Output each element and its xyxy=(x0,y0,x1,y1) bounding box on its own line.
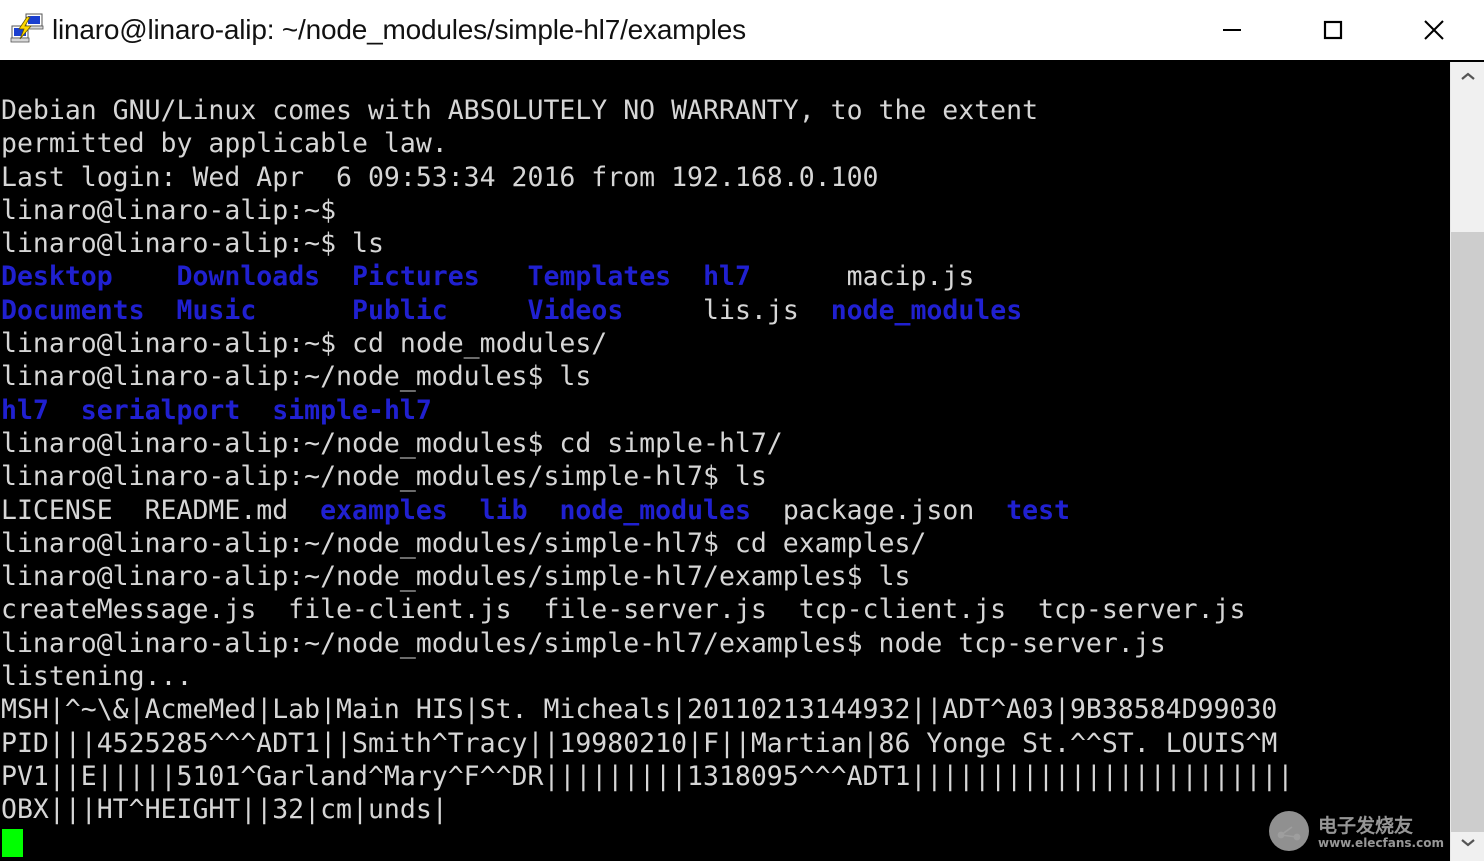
terminal-text: lis.js xyxy=(623,294,831,326)
terminal-text: linaro@linaro-alip:~$ cd node_modules/ xyxy=(1,328,608,360)
terminal-text: MSH|^~\&|AcmeMed|Lab|Main HIS|St. Michea… xyxy=(1,694,1278,726)
scrollbar-down-button[interactable] xyxy=(1451,827,1484,861)
directory-entry: examples xyxy=(320,494,448,526)
directory-entry: hl7 xyxy=(1,394,49,426)
directory-entry: Desktop xyxy=(1,261,113,293)
minimize-icon xyxy=(1220,18,1244,42)
terminal-text: permitted by applicable law. xyxy=(1,128,448,160)
directory-entry: Videos xyxy=(527,294,624,326)
terminal-line: createMessage.js file-client.js file-ser… xyxy=(0,593,1450,626)
directory-entry: Templates xyxy=(527,261,672,293)
scrollbar-track[interactable] xyxy=(1451,62,1484,861)
directory-entry: Downloads xyxy=(176,261,321,293)
terminal-line: linaro@linaro-alip:~/node_modules/simple… xyxy=(0,527,1450,560)
terminal-line: LICENSE README.md examples lib node_modu… xyxy=(0,494,1450,527)
terminal-line: Documents Music Public Videos lis.js nod… xyxy=(0,294,1450,327)
directory-entry: node_modules xyxy=(559,494,751,526)
terminal-line: OBX|||HT^HEIGHT||32|cm|unds| xyxy=(0,793,1450,826)
directory-entry: Documents xyxy=(1,294,145,326)
terminal-line: linaro@linaro-alip:~/node_modules/simple… xyxy=(0,560,1450,593)
terminal-line: listening... xyxy=(0,660,1450,693)
terminal-line: Last login: Wed Apr 6 09:53:34 2016 from… xyxy=(0,161,1450,194)
putty-terminal-icon xyxy=(10,12,44,46)
terminal-line: linaro@linaro-alip:~/node_modules/simple… xyxy=(0,627,1450,660)
terminal-text: PV1||E|||||5101^Garland^Mary^F^^DR||||||… xyxy=(1,760,1294,792)
terminal-text: linaro@linaro-alip:~$ ls xyxy=(1,228,384,260)
terminal-line: MSH|^~\&|AcmeMed|Lab|Main HIS|St. Michea… xyxy=(0,693,1450,726)
terminal-text: LICENSE README.md xyxy=(1,494,321,526)
terminal-line: linaro@linaro-alip:~/node_modules$ ls xyxy=(0,360,1450,393)
terminal-text: linaro@linaro-alip:~/node_modules/simple… xyxy=(1,561,911,593)
terminal-text: Last login: Wed Apr 6 09:53:34 2016 from… xyxy=(1,161,879,193)
terminal-line: PID|||4525285^^^ADT1||Smith^Tracy||19980… xyxy=(0,727,1450,760)
scrollbar-thumb[interactable] xyxy=(1451,232,1484,832)
chevron-down-icon xyxy=(1460,835,1476,853)
directory-entry: simple-hl7 xyxy=(272,394,432,426)
terminal-cursor-line xyxy=(0,827,1450,860)
terminal-line: linaro@linaro-alip:~$ ls xyxy=(0,227,1450,260)
directory-entry: Pictures xyxy=(352,261,480,293)
directory-entry: test xyxy=(1006,494,1071,526)
window-titlebar: linaro@linaro-alip: ~/node_modules/simpl… xyxy=(0,0,1484,62)
terminal-text: linaro@linaro-alip:~/node_modules$ cd si… xyxy=(1,427,783,459)
minimize-button[interactable] xyxy=(1181,0,1282,60)
terminal-text: createMessage.js file-client.js file-ser… xyxy=(1,594,1246,626)
terminal-text: linaro@linaro-alip:~/node_modules/simple… xyxy=(1,527,927,559)
directory-entry: hl7 xyxy=(703,261,751,293)
terminal-output-area[interactable]: Debian GNU/Linux comes with ABSOLUTELY N… xyxy=(0,62,1450,861)
terminal-line: Debian GNU/Linux comes with ABSOLUTELY N… xyxy=(0,94,1450,127)
directory-entry: serialport xyxy=(80,394,241,426)
terminal-line: Desktop Downloads Pictures Templates hl7… xyxy=(0,260,1450,293)
terminal-text: PID|||4525285^^^ADT1||Smith^Tracy||19980… xyxy=(1,727,1278,759)
terminal-text: package.json xyxy=(750,494,1007,526)
terminal-text: linaro@linaro-alip:~/node_modules/simple… xyxy=(1,627,1166,659)
terminal-text: listening... xyxy=(1,661,193,693)
terminal-text: Debian GNU/Linux comes with ABSOLUTELY N… xyxy=(1,95,1039,126)
terminal-line: linaro@linaro-alip:~/node_modules$ cd si… xyxy=(0,427,1450,460)
close-button[interactable] xyxy=(1383,0,1484,60)
terminal-line: linaro@linaro-alip:~$ xyxy=(0,194,1450,227)
terminal-window: linaro@linaro-alip: ~/node_modules/simpl… xyxy=(0,0,1484,861)
vertical-scrollbar[interactable] xyxy=(1450,62,1484,861)
directory-entry: node_modules xyxy=(830,294,1023,326)
terminal-text: OBX|||HT^HEIGHT||32|cm|unds| xyxy=(1,794,448,826)
maximize-button[interactable] xyxy=(1282,0,1383,60)
directory-entry: Public xyxy=(352,294,448,326)
maximize-icon xyxy=(1321,18,1345,42)
window-title: linaro@linaro-alip: ~/node_modules/simpl… xyxy=(52,14,746,45)
terminal-cursor xyxy=(2,828,23,857)
close-icon xyxy=(1421,17,1447,43)
terminal-line: permitted by applicable law. xyxy=(0,127,1450,160)
directory-entry: Music xyxy=(176,294,257,326)
terminal-text: linaro@linaro-alip:~/node_modules$ ls xyxy=(1,361,592,393)
terminal-line: linaro@linaro-alip:~/node_modules/simple… xyxy=(0,460,1450,493)
terminal-lines: Debian GNU/Linux comes with ABSOLUTELY N… xyxy=(0,62,1450,860)
terminal-text: linaro@linaro-alip:~/node_modules/simple… xyxy=(1,461,767,493)
terminal-line: linaro@linaro-alip:~$ cd node_modules/ xyxy=(0,327,1450,360)
terminal-line: hl7 serialport simple-hl7 xyxy=(0,394,1450,427)
terminal-text: macip.js xyxy=(750,261,975,293)
directory-entry: lib xyxy=(479,494,528,526)
titlebar-left: linaro@linaro-alip: ~/node_modules/simpl… xyxy=(0,0,1181,60)
terminal-text: linaro@linaro-alip:~$ xyxy=(1,194,352,226)
chevron-up-icon xyxy=(1460,70,1476,88)
terminal-line: PV1||E|||||5101^Garland^Mary^F^^DR||||||… xyxy=(0,760,1450,793)
scrollbar-up-button[interactable] xyxy=(1451,62,1484,96)
